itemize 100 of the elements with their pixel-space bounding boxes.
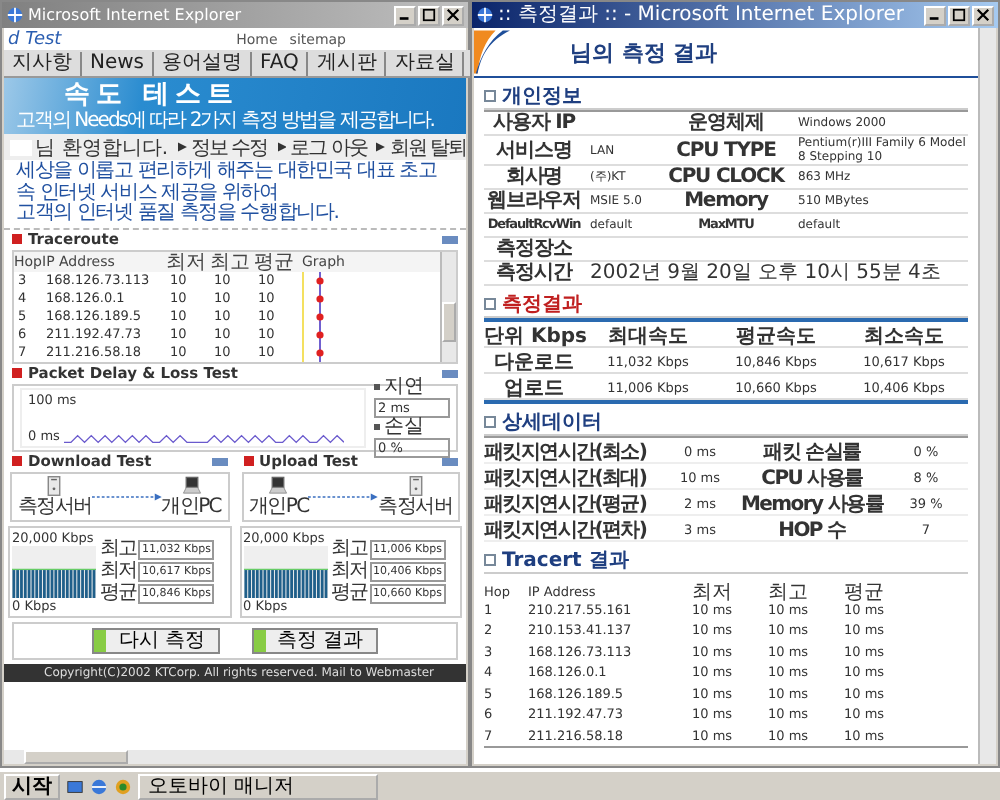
account-link[interactable]: 정보 수정 — [191, 133, 268, 161]
stat-label: 최저 — [100, 562, 136, 580]
device-label: 측정서버 — [18, 495, 92, 517]
readout-label: 손실 — [384, 417, 424, 437]
nav-item[interactable]: 자료실 — [386, 51, 465, 75]
bullet-icon — [12, 368, 22, 378]
row-label: 패킷지연시간(최대) — [484, 466, 649, 492]
column-header: 최소속도 — [862, 324, 946, 350]
maximize-icon — [422, 8, 436, 22]
server-icon — [405, 475, 426, 495]
collapse-button[interactable] — [442, 457, 458, 465]
browser-icon[interactable] — [90, 777, 108, 795]
row-label: 패킷 손실률 — [761, 440, 863, 466]
stat-label: 평균 — [331, 584, 367, 602]
row-label: 다운로드 — [492, 350, 576, 376]
device-label: 개인PC — [249, 495, 309, 517]
close-button[interactable] — [972, 5, 994, 25]
collapse-button[interactable] — [442, 369, 458, 377]
column-header: 최고 — [768, 580, 810, 604]
scrollbar[interactable] — [978, 28, 996, 764]
column-header: 평균 — [254, 251, 296, 273]
section-title: Tracert 결과 — [502, 547, 629, 573]
minimize-button[interactable] — [394, 5, 416, 25]
row-label: 업로드 — [502, 376, 566, 402]
page-heading: 님의 측정 결과 — [570, 37, 718, 67]
close-icon — [446, 8, 460, 22]
row-label: 서비스명 — [494, 139, 574, 161]
bullet-icon — [484, 297, 496, 309]
scrollbar[interactable] — [440, 251, 456, 361]
nav-item[interactable]: 용어설명 — [154, 51, 253, 75]
row-label: Memory 사용률 — [740, 492, 884, 518]
welcome-text: 님 환영합니다. — [35, 135, 169, 161]
row-label: HOP 수 — [776, 518, 848, 544]
maximize-button[interactable] — [948, 5, 970, 25]
stat-label: 평균 — [100, 584, 136, 602]
close-button[interactable] — [442, 5, 464, 25]
section-title: 개인정보 — [502, 83, 582, 109]
row-label: CPU 사용률 — [759, 466, 865, 492]
browser-icon — [6, 6, 24, 24]
column-header: 최저 — [692, 580, 734, 604]
maximize-button[interactable] — [418, 5, 440, 25]
row-label: CPU CLOCK — [666, 166, 788, 188]
arrow-icon — [277, 142, 287, 152]
nav-item[interactable]: 게시판 — [308, 51, 387, 75]
desktop-icon[interactable] — [66, 777, 84, 795]
row-label: 사용자 IP — [491, 112, 578, 134]
column-header: 평균속도 — [734, 324, 818, 350]
close-icon — [976, 8, 990, 22]
speed-bars-drawing — [243, 545, 327, 597]
column-header: 최저 — [166, 251, 208, 273]
maximize-icon — [952, 8, 966, 22]
dashed-arrow — [91, 491, 162, 501]
row-label: 패킷지연시간(최소) — [484, 440, 649, 466]
nav-item[interactable]: FAQ — [252, 51, 309, 75]
column-header: 최고 — [210, 251, 252, 273]
row-label: 패킷지연시간(평균) — [484, 492, 649, 518]
row-label: 측정장소 — [494, 238, 574, 260]
bullet-icon — [374, 424, 380, 430]
globe-icon[interactable] — [114, 777, 132, 795]
intro-text: 세상을 이롭고 편리하게 해주는 대한민국 대표 초고속 인터넷 서비스 제공을 위하여 — [16, 162, 439, 203]
bullet-icon — [12, 456, 22, 466]
column-header: 최대속도 — [606, 324, 690, 350]
row-label: 운영체제 — [686, 112, 766, 134]
stat-label: 최고 — [100, 540, 136, 558]
scrollbar[interactable] — [4, 750, 466, 764]
readout-label: 지연 — [384, 377, 424, 397]
row-label: Memory — [682, 190, 771, 212]
nav-item[interactable]: 지사항 — [4, 51, 82, 75]
section-title: 상세데이터 — [502, 409, 602, 435]
start-button[interactable]: 시작 — [4, 773, 60, 799]
bullet-icon — [374, 384, 380, 390]
bullet-icon — [12, 234, 22, 244]
arrow-icon — [178, 142, 188, 152]
bullet-icon — [484, 89, 496, 101]
table-cell-text: 2002년 9월 20일 오후 10시 55분 4초 — [588, 262, 943, 284]
bullet-icon — [484, 553, 496, 565]
section-title: 측정결과 — [502, 291, 582, 317]
arrow-icon — [376, 142, 386, 152]
row-label: 측정시간 — [494, 262, 575, 284]
nav-item[interactable]: News — [82, 51, 155, 75]
banner-title: 속도 테스트 — [64, 79, 240, 109]
bullet-icon — [243, 456, 253, 466]
minimize-button[interactable] — [924, 5, 946, 25]
account-link[interactable]: 회원 탈퇴 — [389, 133, 466, 161]
banner-subtitle: 고객의 Needs에 따라 2가지 측정 방법을 제공합니다. — [16, 109, 434, 133]
window-title: :: 측정결과 :: - Microsoft Internet Explorer — [498, 3, 907, 27]
intro-text: 고객의 인터넷 품질 측정을 수행합니다. — [16, 204, 341, 225]
action-button[interactable]: 측정 결과 — [251, 627, 378, 653]
collapse-button[interactable] — [442, 235, 458, 243]
stat-label: 최저 — [331, 562, 367, 580]
site-title: d Test — [8, 29, 62, 49]
window-title: Microsoft Internet Explorer — [28, 6, 244, 24]
action-button[interactable]: 다시 측정 — [92, 627, 219, 653]
bullet-icon — [484, 415, 496, 427]
collapse-button[interactable] — [211, 457, 227, 465]
account-link[interactable]: 로그 아웃 — [290, 133, 367, 161]
taskbar-button[interactable]: 오토바이 매니저 — [138, 773, 378, 799]
dashed-arrow — [308, 491, 379, 501]
row-label: 패킷지연시간(편차) — [484, 518, 649, 544]
device-label: 측정서버 — [378, 495, 452, 517]
